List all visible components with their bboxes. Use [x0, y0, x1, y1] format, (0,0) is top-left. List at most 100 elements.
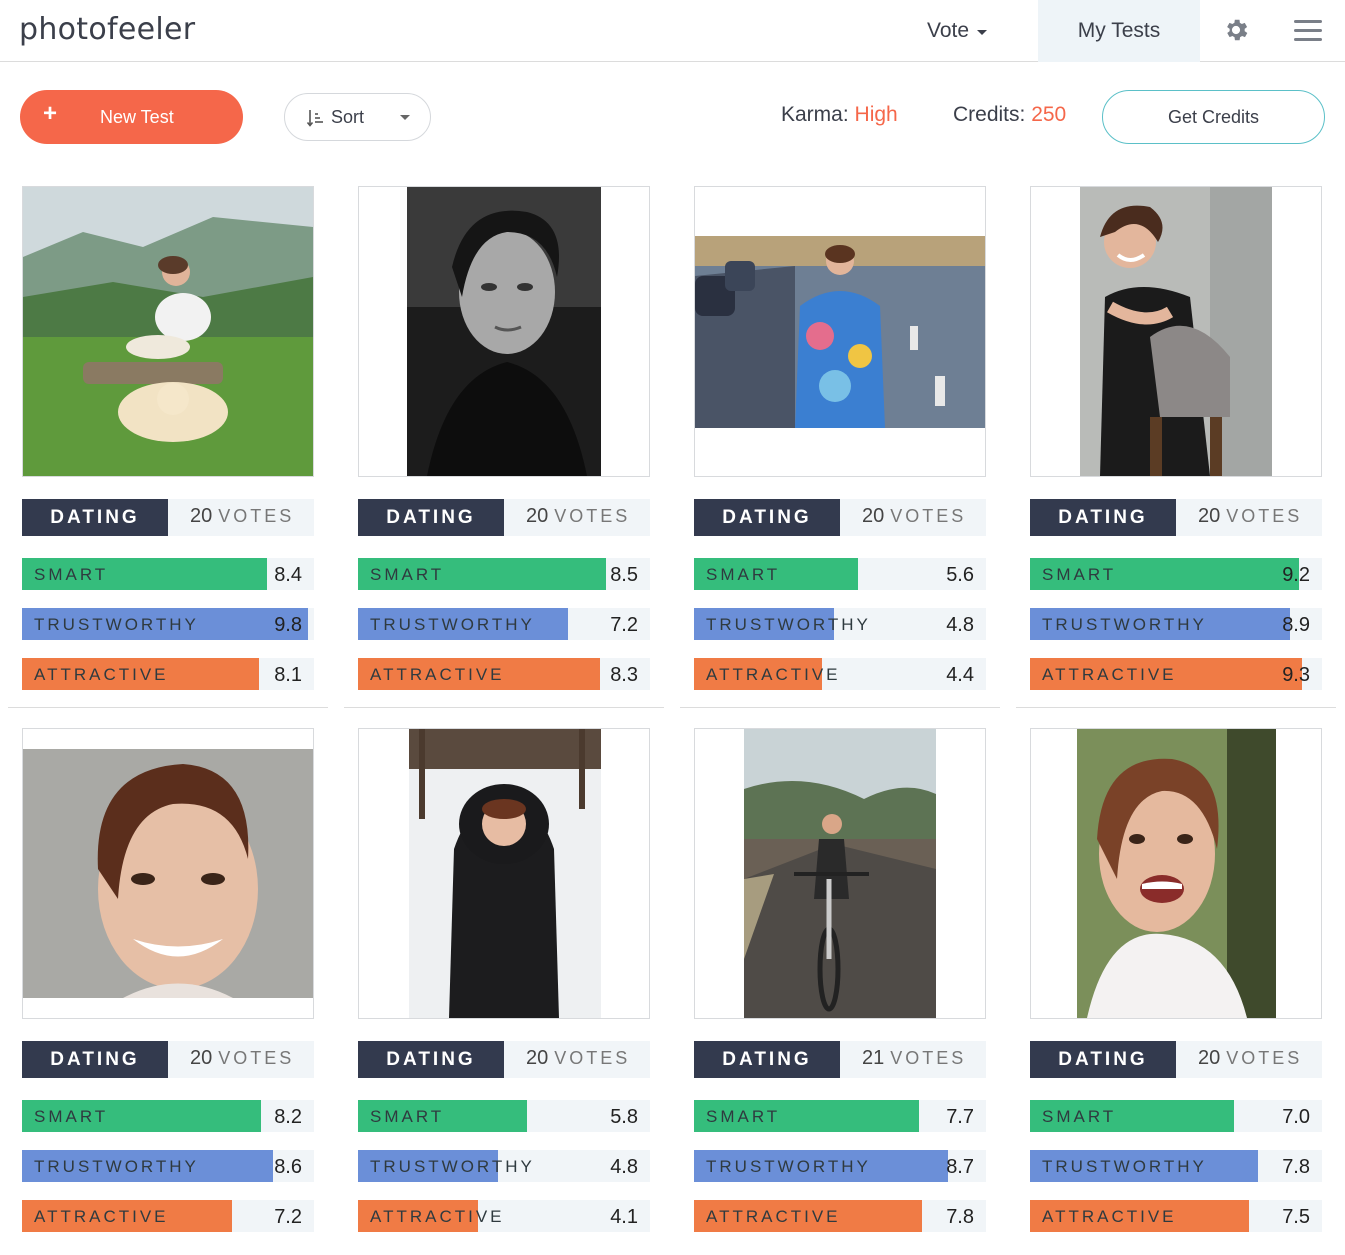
smart-score-bar: SMART 7.0: [1030, 1100, 1322, 1132]
test-photo: [23, 749, 313, 998]
trustworthy-score-bar: TRUSTWORTHY 7.2: [358, 608, 650, 640]
attractive-value: 7.8: [946, 1206, 974, 1228]
votes-count: 20 VOTES: [190, 1047, 294, 1070]
test-photo-frame[interactable]: [1030, 728, 1322, 1019]
votes-count: 21 VOTES: [862, 1047, 966, 1070]
test-photo-frame[interactable]: [694, 186, 986, 477]
smart-label: SMART: [370, 565, 445, 584]
trustworthy-label: TRUSTWORTHY: [370, 615, 535, 634]
attractive-score-bar: ATTRACTIVE 7.8: [694, 1200, 986, 1232]
test-photo: [409, 729, 601, 1018]
trustworthy-label: TRUSTWORTHY: [1042, 615, 1207, 634]
chevron-down-icon: [400, 115, 410, 120]
trustworthy-score-bar: TRUSTWORTHY 8.7: [694, 1150, 986, 1182]
smart-label: SMART: [34, 1107, 109, 1126]
trustworthy-label: TRUSTWORTHY: [370, 1157, 535, 1176]
trustworthy-value: 8.6: [274, 1156, 302, 1178]
category-badge: DATING: [1030, 499, 1176, 536]
smart-value: 9.2: [1282, 564, 1310, 586]
attractive-score-bar: ATTRACTIVE 8.1: [22, 658, 314, 690]
new-test-label: New Test: [100, 107, 174, 127]
attractive-value: 8.3: [610, 664, 638, 686]
trustworthy-label: TRUSTWORTHY: [34, 1157, 199, 1176]
trustworthy-score-bar: TRUSTWORTHY 8.9: [1030, 608, 1322, 640]
smart-value: 7.7: [946, 1106, 974, 1128]
trustworthy-value: 7.8: [1282, 1156, 1310, 1178]
votes-count: 20 VOTES: [1198, 1047, 1302, 1070]
votes-label: VOTES: [554, 1048, 631, 1068]
trustworthy-value: 4.8: [610, 1156, 638, 1178]
nav-vote-label: Vote: [926, 19, 970, 42]
trustworthy-value: 4.8: [946, 614, 974, 636]
karma-value: High: [854, 103, 898, 126]
category-row: DATING 20 VOTES: [358, 499, 650, 536]
attractive-value: 4.4: [946, 664, 974, 686]
get-credits-button[interactable]: Get Credits: [1102, 90, 1325, 144]
votes-label: VOTES: [1226, 506, 1303, 526]
smart-label: SMART: [370, 1107, 445, 1126]
row-divider: [8, 707, 328, 708]
test-photo-frame[interactable]: [358, 186, 650, 477]
gear-icon[interactable]: [1222, 16, 1250, 44]
votes-label: VOTES: [554, 506, 631, 526]
smart-score-bar: SMART 8.5: [358, 558, 650, 590]
smart-value: 8.5: [610, 564, 638, 586]
trustworthy-score-bar: TRUSTWORTHY 4.8: [694, 608, 986, 640]
category-badge: DATING: [694, 499, 840, 536]
category-row: DATING 20 VOTES: [358, 1041, 650, 1078]
trustworthy-score-bar: TRUSTWORTHY 9.8: [22, 608, 314, 640]
karma-indicator: Karma: High: [781, 103, 898, 127]
nav-vote-dropdown[interactable]: Vote: [908, 0, 1006, 62]
attractive-label: ATTRACTIVE: [706, 665, 841, 684]
trustworthy-value: 9.8: [274, 614, 302, 636]
attractive-value: 8.1: [274, 664, 302, 686]
smart-value: 5.6: [946, 564, 974, 586]
trustworthy-score-bar: TRUSTWORTHY 8.6: [22, 1150, 314, 1182]
smart-score-bar: SMART 5.6: [694, 558, 986, 590]
category-badge: DATING: [1030, 1041, 1176, 1078]
test-photo-frame[interactable]: [358, 728, 650, 1019]
trustworthy-score-bar: TRUSTWORTHY 7.8: [1030, 1150, 1322, 1182]
test-photo-frame[interactable]: [22, 186, 314, 477]
sort-icon: [306, 108, 326, 128]
smart-score-bar: SMART 7.7: [694, 1100, 986, 1132]
votes-number: 20: [190, 505, 213, 527]
test-photo-frame[interactable]: [22, 728, 314, 1019]
trustworthy-value: 8.9: [1282, 614, 1310, 636]
test-photo-frame[interactable]: [1030, 186, 1322, 477]
sort-dropdown[interactable]: Sort: [284, 93, 431, 141]
test-photo: [23, 187, 313, 476]
row-divider: [1016, 707, 1336, 708]
attractive-label: ATTRACTIVE: [706, 1207, 841, 1226]
logo[interactable]: photofeeler: [19, 12, 195, 47]
smart-score-bar: SMART 8.2: [22, 1100, 314, 1132]
attractive-label: ATTRACTIVE: [370, 665, 505, 684]
category-badge: DATING: [358, 499, 504, 536]
attractive-score-bar: ATTRACTIVE 7.2: [22, 1200, 314, 1232]
attractive-value: 7.5: [1282, 1206, 1310, 1228]
test-photo: [695, 236, 985, 428]
smart-score-bar: SMART 9.2: [1030, 558, 1322, 590]
credits-indicator: Credits: 250: [953, 103, 1066, 127]
smart-score-bar: SMART 5.8: [358, 1100, 650, 1132]
new-test-button[interactable]: + New Test: [20, 90, 243, 144]
trustworthy-label: TRUSTWORTHY: [1042, 1157, 1207, 1176]
credits-value: 250: [1031, 103, 1067, 126]
trustworthy-score-bar: TRUSTWORTHY 4.8: [358, 1150, 650, 1182]
votes-count: 20 VOTES: [862, 505, 966, 528]
trustworthy-label: TRUSTWORTHY: [706, 615, 871, 634]
votes-label: VOTES: [1226, 1048, 1303, 1068]
chevron-down-icon: [977, 30, 988, 35]
category-badge: DATING: [694, 1041, 840, 1078]
votes-number: 21: [862, 1047, 885, 1069]
attractive-score-bar: ATTRACTIVE 9.3: [1030, 658, 1322, 690]
hamburger-menu-icon[interactable]: [1292, 18, 1324, 44]
attractive-score-bar: ATTRACTIVE 4.1: [358, 1200, 650, 1232]
votes-number: 20: [526, 1047, 549, 1069]
trustworthy-label: TRUSTWORTHY: [34, 615, 199, 634]
nav-my-tests[interactable]: My Tests: [1038, 0, 1200, 62]
smart-label: SMART: [706, 565, 781, 584]
test-photo-frame[interactable]: [694, 728, 986, 1019]
top-navigation-bar: photofeeler Vote My Tests: [0, 0, 1345, 62]
votes-label: VOTES: [890, 1048, 967, 1068]
